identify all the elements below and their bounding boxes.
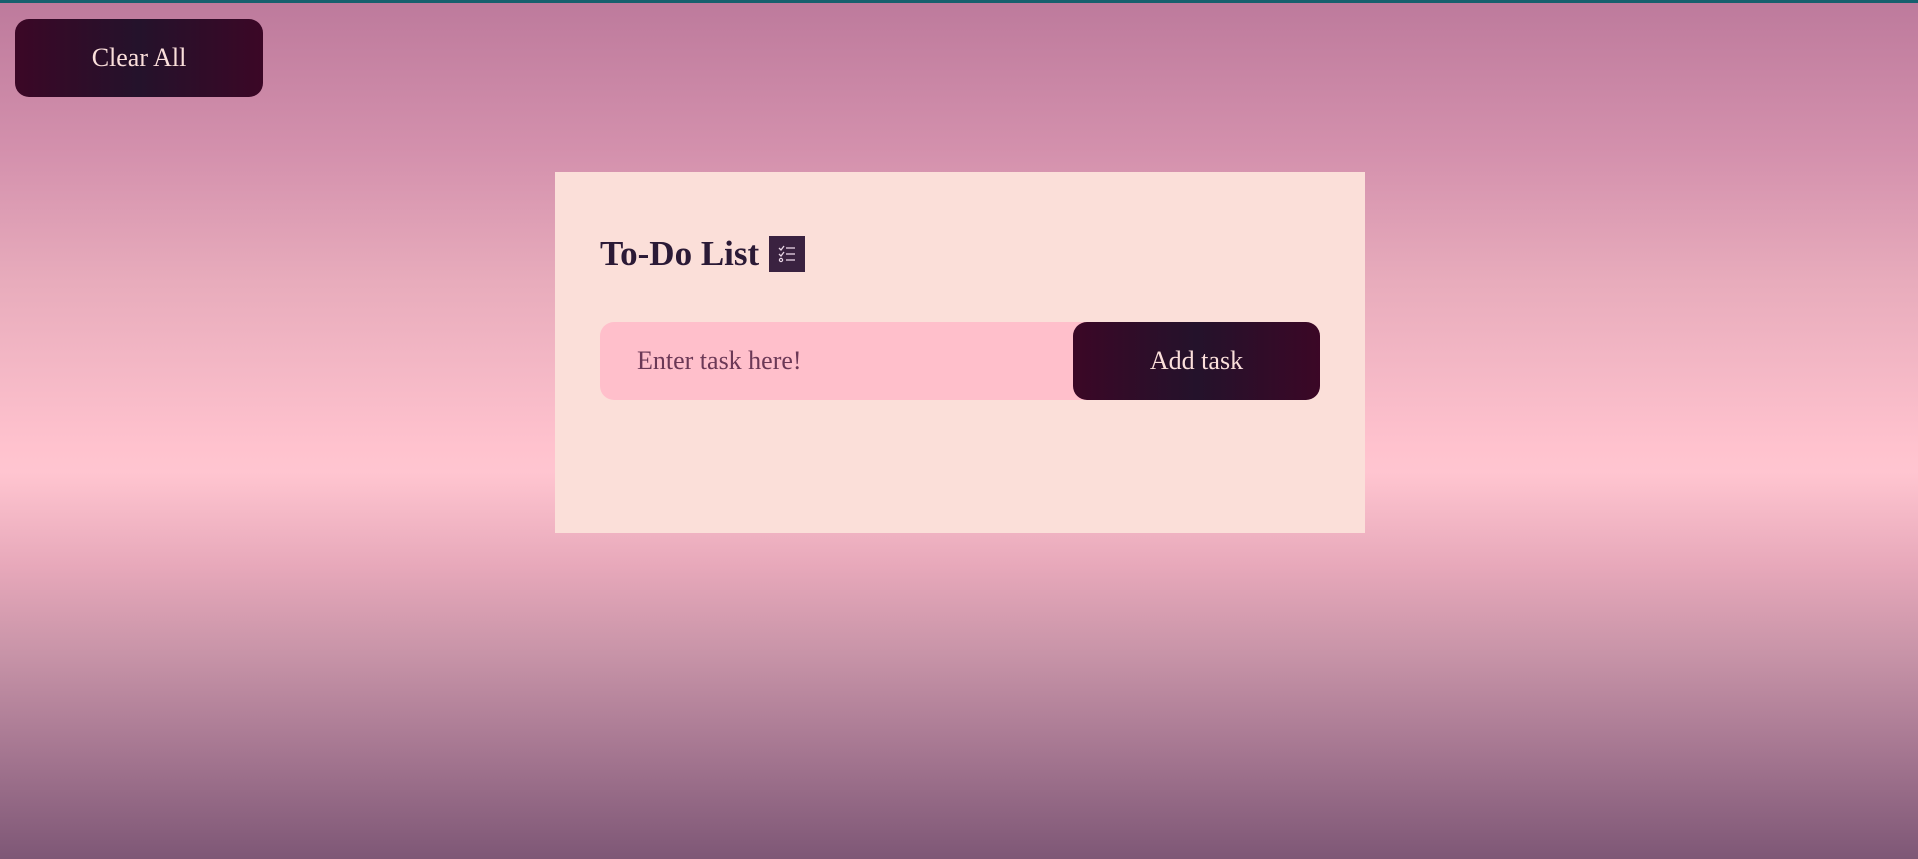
checklist-icon [769, 236, 806, 272]
clear-all-button[interactable]: Clear All [15, 19, 263, 97]
checklist-icon-glyph [778, 245, 796, 263]
page-title: To-Do List [600, 234, 760, 273]
add-task-button[interactable]: Add task [1073, 322, 1320, 400]
title-row: To-Do List [600, 234, 806, 274]
todo-card: To-Do List Add task [555, 172, 1365, 533]
add-task-row: Add task [600, 322, 1320, 400]
task-input[interactable] [600, 322, 1100, 400]
